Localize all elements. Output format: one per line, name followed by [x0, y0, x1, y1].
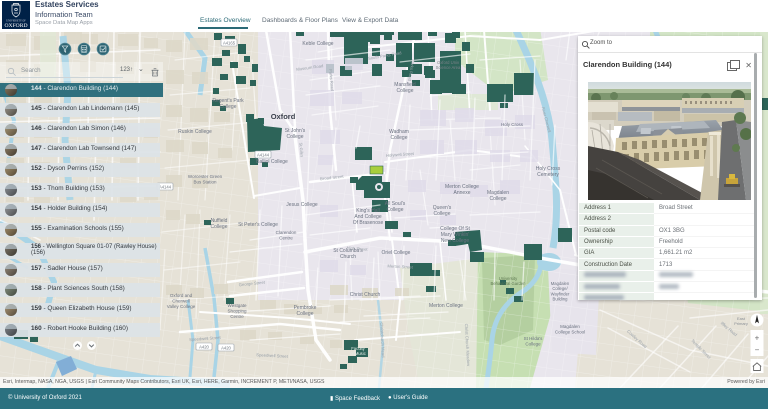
svg-text:Cherwell: Cherwell [172, 299, 190, 304]
svg-text:Westgate: Westgate [228, 303, 247, 308]
svg-text:Magdalen: Magdalen [560, 324, 580, 329]
svg-text:College: College [525, 342, 541, 347]
svg-text:Centre: Centre [279, 236, 293, 241]
svg-text:Cemetery: Cemetery [537, 172, 559, 178]
svg-text:New College: New College [441, 238, 470, 244]
svg-text:Holy Cross: Holy Cross [501, 122, 524, 127]
svg-text:Ruskin College: Ruskin College [178, 129, 212, 135]
svg-text:Primary: Primary [734, 321, 748, 326]
svg-text:Oxford and: Oxford and [170, 293, 193, 298]
svg-text:College: College [397, 88, 414, 94]
svg-text:Merton College: Merton College [429, 303, 463, 309]
svg-text:College: College [387, 207, 404, 213]
svg-text:Behavioral Garden: Behavioral Garden [491, 281, 527, 286]
svg-text:College: College [434, 211, 451, 217]
svg-text:Jesus College: Jesus College [286, 202, 318, 208]
svg-text:−: − [755, 346, 760, 355]
svg-text:Shopping: Shopping [227, 309, 247, 314]
svg-text:College: College [211, 224, 228, 230]
svg-text:Church: Church [340, 254, 356, 260]
svg-text:A4165: A4165 [223, 41, 236, 46]
svg-text:Keble College: Keble College [302, 41, 333, 47]
svg-text:Valley College: Valley College [167, 304, 196, 309]
svg-text:Oriel College: Oriel College [382, 250, 411, 256]
svg-text:A4144: A4144 [257, 153, 270, 158]
svg-text:Bus Station: Bus Station [193, 180, 217, 185]
svg-text:College: College [220, 104, 237, 110]
svg-text:Clarendon: Clarendon [276, 230, 297, 235]
svg-text:College: College [287, 134, 304, 140]
svg-text:+: + [755, 334, 760, 343]
svg-text:Centre: Centre [230, 314, 244, 319]
svg-text:St Peter's College: St Peter's College [238, 222, 278, 228]
svg-text:St Hilda's: St Hilda's [524, 336, 544, 341]
svg-text:Christ Church: Christ Church [350, 292, 381, 298]
svg-text:Balliol College: Balliol College [256, 159, 288, 165]
svg-text:College: College [297, 311, 314, 317]
svg-text:OXFORD: OXFORD [4, 23, 27, 29]
svg-text:A420: A420 [221, 346, 231, 351]
svg-text:A4144: A4144 [159, 185, 172, 190]
svg-text:Building: Building [553, 297, 569, 302]
svg-text:A420: A420 [199, 345, 209, 350]
svg-text:College: College [391, 135, 408, 141]
svg-text:Annexe: Annexe [454, 190, 471, 196]
svg-text:College: College [490, 196, 507, 202]
svg-text:Oxford: Oxford [271, 112, 296, 121]
svg-text:Of Brasenose: Of Brasenose [353, 220, 384, 226]
svg-text:College School: College School [555, 330, 585, 335]
svg-text:Science Area: Science Area [436, 65, 461, 70]
svg-text:Worcester Green: Worcester Green [188, 174, 223, 179]
svg-text:of Music: of Music [350, 351, 366, 356]
